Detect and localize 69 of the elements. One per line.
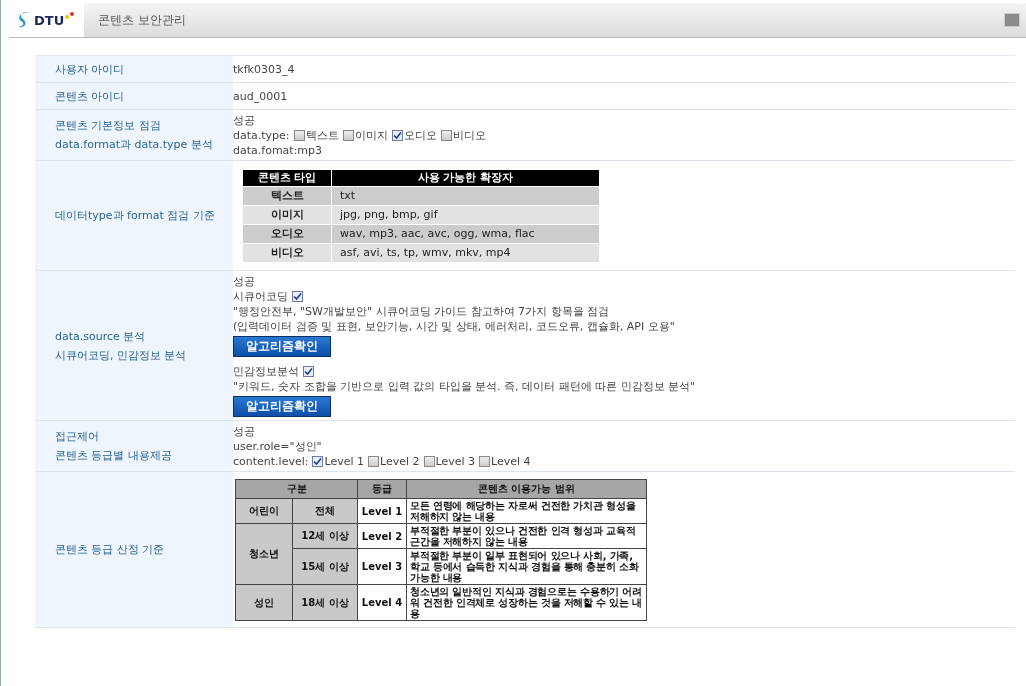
checkbox[interactable] [391, 130, 403, 141]
checkbox-label: Level 1 [324, 455, 364, 468]
row-label: data.format과 data.type 분석 [55, 137, 213, 152]
table-cell: 부적절한 부분이 일부 표현되어 있으나 사회, 가족, 학교 등에서 습득한 지식과 경험을 통해 충분히 소화 가능한 내용 [406, 548, 647, 585]
checkbox-label: 텍스트 [305, 129, 339, 142]
checkbox[interactable] [440, 130, 452, 141]
group-cell: 성인 [235, 584, 293, 621]
section-title: 시큐어코딩 [233, 290, 288, 303]
info-text: user.role="성인" [233, 440, 322, 453]
description-text: "키워드, 숫자 조합을 기반으로 입력 값의 타입을 분석. 즉, 데이터 패턴에 따른 민감정보 분석" [233, 380, 696, 393]
column-header: 등급 [357, 479, 407, 499]
table-cell-text: wav, mp3, aac, avc, ogg, wma, flac [339, 226, 536, 242]
dots-icon [65, 12, 75, 20]
group-cell: 청소년 [235, 523, 293, 585]
checkbox[interactable] [312, 456, 324, 467]
row-label: 콘텐츠 기본정보 점검 [55, 118, 161, 133]
checkbox-label: Level 2 [380, 455, 420, 468]
table-cell-text: asf, avi, ts, tp, wmv, mkv, mp4 [339, 245, 512, 261]
column-header: 구분 [235, 479, 358, 499]
checkbox[interactable] [423, 456, 435, 467]
status-text: 성공 [233, 275, 255, 288]
table-cell-text: jpg, png, bmp, gif [339, 207, 439, 223]
field-value: tkfk0303_4 [233, 63, 295, 76]
checkbox-label: Level 3 [435, 455, 476, 468]
row-label: data.source 분석 [55, 328, 146, 344]
window-button[interactable] [1004, 13, 1020, 27]
row-label: 콘텐츠 등급 산정 기준 [55, 542, 165, 557]
section-title: 민감정보분석 [233, 365, 299, 378]
checkbox[interactable] [293, 130, 305, 141]
status-text: 성공 [233, 425, 255, 438]
group-cell: 어린이 [235, 498, 293, 524]
page-title: 콘텐츠 보안관리 [98, 11, 187, 29]
checkbox-label: 오디오 [403, 129, 437, 142]
option-prefix: data.type: [233, 129, 290, 142]
checkbox-label: Level 4 [491, 455, 531, 468]
table-cell: 15세 이상 [292, 548, 358, 585]
table-cell: 청소년의 일반적인 지식과 경험으로는 수용하기 어려워 건전한 인격체로 성장하는 것을 저해할 수 있는 내용 [406, 584, 647, 621]
row-label: 시큐어코딩, 민감정보 분석 [55, 347, 187, 363]
checkbox[interactable] [368, 456, 379, 467]
checkbox[interactable] [292, 291, 303, 302]
algorithm-button[interactable]: 알고리즘확인 [233, 396, 331, 417]
column-header: 사용 가능한 확장자 [332, 170, 599, 186]
table-cell: 모든 연령에 해당하는 자로써 건전한 가치관 형성을 저해하지 않는 내용 [406, 498, 647, 524]
checkbox-label: 비디오 [452, 129, 486, 142]
table-cell: Level 3 [357, 548, 407, 585]
row-label: 데이터type과 format 점검 기준 [55, 208, 215, 223]
checkbox[interactable] [479, 456, 491, 467]
column-header: 콘텐츠 타입 [243, 170, 332, 186]
status-text: 성공 [233, 114, 255, 127]
row-label: 사용자 아이디 [55, 61, 125, 77]
table-cell: 18세 이상 [292, 584, 358, 621]
table-cell: 비디오 [243, 244, 332, 262]
description-text: "행정안전부, "SW개발보안" 시큐어코딩 가이드 참고하여 7가지 항목을 점검 [233, 305, 609, 318]
table-cell: Level 4 [357, 584, 407, 621]
algorithm-button[interactable]: 알고리즘확인 [233, 336, 331, 357]
checkbox-label: 이미지 [354, 129, 388, 142]
logo-text: DTU [34, 12, 65, 28]
table-cell-text: txt [339, 188, 357, 204]
table-cell: 부적절한 부분이 있으나 건전한 인격 형성과 교육적 근간을 저해하지 않는 내용 [406, 523, 647, 549]
row-label: 콘텐츠 아이디 [55, 88, 125, 104]
checkbox[interactable] [303, 366, 314, 377]
checkbox[interactable] [342, 130, 354, 141]
description-text: (입력데이터 검증 및 표현, 보안기능, 시간 및 상태, 에러처리, 코드오류, 캡슐화, API 오용" [233, 320, 675, 333]
row-label: 접근제어 [55, 429, 99, 444]
format-text: data.fomat:mp3 [233, 144, 323, 157]
field-value: aud_0001 [233, 90, 288, 103]
option-prefix: content.level: [233, 455, 309, 468]
row-label: 콘텐츠 등급별 내용제공 [55, 448, 172, 463]
column-header: 콘텐츠 이용가능 범위 [406, 479, 647, 499]
